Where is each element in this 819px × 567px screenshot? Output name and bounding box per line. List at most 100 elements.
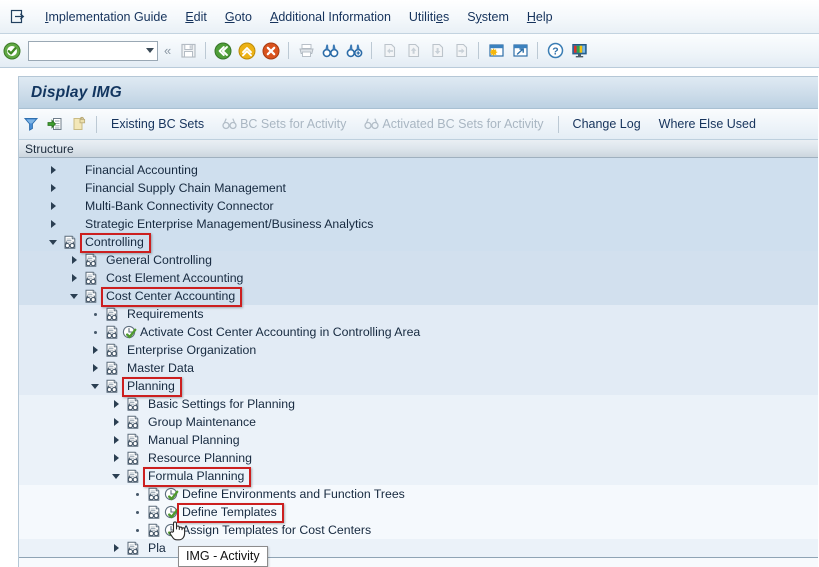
yellow-note-lock-icon[interactable] xyxy=(69,114,89,134)
tree-row[interactable]: Cost Element Accounting xyxy=(19,269,818,287)
tooltip-label: IMG - Activity xyxy=(186,549,260,563)
tree-row[interactable]: General Controlling xyxy=(19,251,818,269)
expand-triangle-icon[interactable] xyxy=(45,216,61,232)
local-layout-monitor-icon[interactable] xyxy=(568,40,590,62)
img-structure-icon xyxy=(103,324,121,340)
tree-row[interactable]: Group Maintenance xyxy=(19,413,818,431)
menu-item-implementation-guide[interactable]: Implementation Guide xyxy=(36,6,176,28)
double-chevron-left-icon[interactable]: « xyxy=(159,44,176,57)
app-button-where-else-used[interactable]: Where Else Used xyxy=(650,114,765,134)
menu-item-goto[interactable]: Goto xyxy=(216,6,261,28)
leaf-dot-icon xyxy=(87,324,103,340)
command-field-wrapper xyxy=(28,40,158,61)
print-button[interactable] xyxy=(295,40,317,62)
img-structure-icon xyxy=(103,378,121,394)
img-structure-icon xyxy=(145,504,163,520)
collapse-triangle-icon[interactable] xyxy=(108,468,124,484)
tree-row-label: Formula Planning xyxy=(148,469,245,483)
tree-row[interactable]: Basic Settings for Planning xyxy=(19,395,818,413)
expand-triangle-icon[interactable] xyxy=(108,396,124,412)
menu-item-help[interactable]: Help xyxy=(518,6,562,28)
menu-item-edit[interactable]: Edit xyxy=(176,6,216,28)
menu-item-additional-information[interactable]: Additional Information xyxy=(261,6,400,28)
tree-row[interactable]: Pla xyxy=(19,539,818,557)
main-toolbar: « ? xyxy=(0,34,819,68)
tree-row[interactable]: Assign Templates for Cost Centers xyxy=(19,521,818,539)
sap-system-menu-icon[interactable] xyxy=(4,6,32,28)
tree-row[interactable]: Enterprise Organization xyxy=(19,341,818,359)
tree-row[interactable]: Define Templates xyxy=(19,503,818,521)
expand-triangle-icon[interactable] xyxy=(87,360,103,376)
tree-row[interactable]: Requirements xyxy=(19,305,818,323)
first-page-button[interactable] xyxy=(378,40,400,62)
tree-row[interactable]: Formula Planning xyxy=(19,467,818,485)
app-toolbar-buttons: Existing BC Sets BC Sets for Activity Acti… xyxy=(102,114,765,134)
app-button-bc-sets-for-activity: BC Sets for Activity xyxy=(213,114,355,134)
expand-triangle-icon[interactable] xyxy=(45,180,61,196)
tree-row-label: Cost Center Accounting xyxy=(106,289,236,303)
back-button[interactable] xyxy=(212,40,234,62)
blue-question-help-icon[interactable]: ? xyxy=(544,40,566,62)
tree-row[interactable]: Controlling xyxy=(19,233,818,251)
tree-row[interactable]: Manual Planning xyxy=(19,431,818,449)
collapse-triangle-icon[interactable] xyxy=(66,288,82,304)
tree-row-label: Activate Cost Center Accounting in Contr… xyxy=(140,325,421,339)
tree-row-label: Enterprise Organization xyxy=(127,343,257,357)
tree-row[interactable]: Strategic Enterprise Management/Business… xyxy=(19,215,818,233)
no-icon xyxy=(61,216,79,232)
expand-triangle-icon[interactable] xyxy=(108,450,124,466)
tree-row[interactable]: Define Environments and Function Trees xyxy=(19,485,818,503)
new-session-window-icon[interactable] xyxy=(485,40,507,62)
expand-triangle-icon[interactable] xyxy=(108,540,124,556)
tree-row[interactable]: Activate Cost Center Accounting in Contr… xyxy=(19,323,818,341)
last-page-button[interactable] xyxy=(450,40,472,62)
expand-triangle-icon[interactable] xyxy=(66,270,82,286)
tree-row[interactable]: Cost Center Accounting xyxy=(19,287,818,305)
tree-row[interactable]: Planning xyxy=(19,377,818,395)
menu-item-utilities[interactable]: Utilities xyxy=(400,6,458,28)
expand-triangle-icon[interactable] xyxy=(108,432,124,448)
find-next-button[interactable] xyxy=(343,40,365,62)
menu-item-system[interactable]: System xyxy=(458,6,518,28)
blue-funnel-icon[interactable] xyxy=(21,114,41,134)
display-img-panel: Display IMG Existing BC SetsBC Sets for xyxy=(18,76,818,567)
collapse-triangle-icon[interactable] xyxy=(45,234,61,250)
next-page-button[interactable] xyxy=(426,40,448,62)
save-button[interactable] xyxy=(177,40,199,62)
tree-row[interactable]: Financial Supply Chain Management xyxy=(19,179,818,197)
tree-row-label: Planning xyxy=(127,379,175,393)
tree-row[interactable]: Financial Accounting xyxy=(19,161,818,179)
command-input[interactable] xyxy=(28,40,158,61)
expand-triangle-icon[interactable] xyxy=(45,198,61,214)
tree-row-label: Financial Supply Chain Management xyxy=(85,181,286,195)
application-toolbar: Existing BC Sets BC Sets for Activity Acti… xyxy=(19,109,818,140)
img-structure-icon xyxy=(82,288,100,304)
page-title: Display IMG xyxy=(31,83,122,101)
find-button[interactable] xyxy=(319,40,341,62)
bc-set-glasses-icon xyxy=(364,117,382,131)
img-structure-icon xyxy=(124,432,142,448)
previous-page-button[interactable] xyxy=(402,40,424,62)
tree-row[interactable]: Multi-Bank Connectivity Connector xyxy=(19,197,818,215)
img-structure-tree[interactable]: Financial Accounting Financial Supply Cha… xyxy=(19,158,818,567)
img-activity-icon xyxy=(163,504,180,520)
cancel-button[interactable] xyxy=(260,40,282,62)
leaf-dot-icon xyxy=(87,306,103,322)
expand-triangle-icon[interactable] xyxy=(45,162,61,178)
green-check-enter-icon[interactable] xyxy=(1,40,23,62)
tree-row[interactable]: Resource Planning xyxy=(19,449,818,467)
app-button-change-log[interactable]: Change Log xyxy=(564,114,650,134)
green-arrow-into-list-icon[interactable] xyxy=(45,114,65,134)
expand-triangle-icon[interactable] xyxy=(108,414,124,430)
tree-row-label: Assign Templates for Cost Centers xyxy=(182,523,372,537)
expand-triangle-icon[interactable] xyxy=(87,342,103,358)
exit-button[interactable] xyxy=(236,40,258,62)
expand-triangle-icon[interactable] xyxy=(66,252,82,268)
shortcut-window-arrow-icon[interactable] xyxy=(509,40,531,62)
app-button-existing-bc-sets[interactable]: Existing BC Sets xyxy=(102,114,213,134)
img-activity-icon xyxy=(121,324,138,340)
collapse-triangle-icon[interactable] xyxy=(87,378,103,394)
tree-row[interactable]: Master Data xyxy=(19,359,818,377)
img-activity-icon xyxy=(163,522,180,538)
tree-row-label: Controlling xyxy=(85,235,144,249)
